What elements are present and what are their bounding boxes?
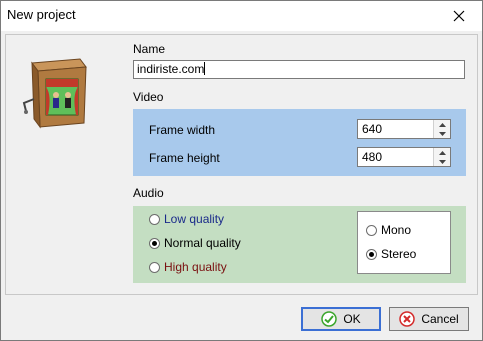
spin-buttons	[433, 148, 450, 166]
stereo-option[interactable]: Stereo	[366, 247, 416, 261]
video-panel: Frame width 640 Frame height 480	[133, 109, 466, 176]
cancel-button[interactable]: Cancel	[389, 307, 469, 331]
radio-stereo[interactable]	[366, 248, 377, 260]
dialog-content: Name indiriste.com Video Frame width 640…	[5, 34, 478, 295]
normal-quality-label: Normal quality	[164, 236, 241, 250]
normal-quality-option[interactable]: Normal quality	[149, 236, 241, 250]
audio-panel: Low quality Normal quality High quality …	[133, 206, 466, 283]
cancel-label: Cancel	[421, 312, 459, 326]
check-circle-icon	[321, 311, 338, 327]
audio-label: Audio	[133, 186, 164, 200]
x-circle-icon	[399, 311, 416, 327]
low-quality-option[interactable]: Low quality	[149, 212, 224, 226]
puppet-theater-icon	[18, 55, 94, 138]
text-caret	[204, 62, 206, 75]
frame-width-value: 640	[362, 122, 383, 136]
video-label: Video	[133, 90, 164, 104]
stereo-label: Stereo	[381, 247, 417, 261]
name-input-value: indiriste.com	[137, 62, 205, 76]
frame-width-spinner[interactable]: 640	[357, 119, 451, 139]
ok-button[interactable]: OK	[301, 307, 381, 331]
low-quality-label: Low quality	[164, 212, 225, 226]
mono-option[interactable]: Mono	[366, 223, 411, 237]
radio-normal-quality[interactable]	[149, 237, 160, 249]
frame-height-label: Frame height	[149, 151, 220, 165]
ok-label: OK	[343, 312, 361, 326]
title-bar: New project	[1, 1, 482, 31]
frame-width-label: Frame width	[149, 123, 216, 137]
radio-high-quality[interactable]	[149, 261, 160, 273]
close-icon	[453, 10, 465, 22]
high-quality-label: High quality	[164, 260, 227, 274]
high-quality-option[interactable]: High quality	[149, 260, 227, 274]
spin-buttons	[433, 120, 450, 138]
name-label: Name	[133, 42, 166, 56]
window-title: New project	[7, 7, 76, 22]
name-input[interactable]: indiriste.com	[133, 60, 465, 79]
close-button[interactable]	[436, 1, 482, 31]
frame-height-value: 480	[362, 150, 383, 164]
spin-down-arrow-icon[interactable]	[434, 157, 450, 166]
frame-height-spinner[interactable]: 480	[357, 147, 451, 167]
radio-mono[interactable]	[366, 224, 377, 236]
new-project-dialog: New project Name indiriste.com Video Fra…	[0, 0, 483, 341]
mono-label: Mono	[381, 223, 412, 237]
channel-group: Mono Stereo	[357, 211, 451, 274]
spin-down-arrow-icon[interactable]	[434, 129, 450, 138]
radio-low-quality[interactable]	[149, 213, 160, 225]
